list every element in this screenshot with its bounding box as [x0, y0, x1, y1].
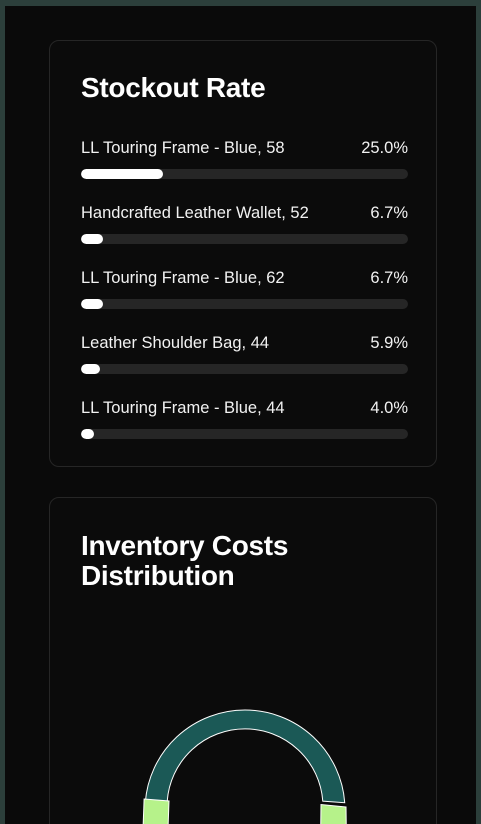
inventory-costs-donut-chart [142, 709, 347, 824]
stockout-item-label: LL Touring Frame - Blue, 62 [81, 269, 285, 287]
stockout-item-value: 6.7% [370, 269, 408, 287]
stockout-progress-track [81, 299, 408, 309]
stockout-item-value: 25.0% [361, 139, 408, 157]
stockout-item-label: Handcrafted Leather Wallet, 52 [81, 204, 309, 222]
stockout-item: Leather Shoulder Bag, 44 5.9% [81, 333, 408, 374]
stockout-item-value: 5.9% [370, 334, 408, 352]
stockout-rate-card: Stockout Rate LL Touring Frame - Blue, 5… [49, 40, 437, 467]
donut-segment-tertiary[interactable] [320, 803, 347, 824]
stockout-item-label: LL Touring Frame - Blue, 44 [81, 399, 285, 417]
stockout-item-value: 6.7% [370, 204, 408, 222]
stockout-progress-track [81, 169, 408, 179]
stockout-item-label: LL Touring Frame - Blue, 58 [81, 139, 285, 157]
stockout-progress-fill [81, 364, 101, 374]
stockout-rate-title: Stockout Rate [81, 72, 266, 103]
stockout-item: LL Touring Frame - Blue, 58 25.0% [81, 138, 408, 179]
stockout-item-label: Leather Shoulder Bag, 44 [81, 334, 270, 352]
stockout-progress-fill [81, 299, 103, 309]
dashboard-panel: Stockout Rate LL Touring Frame - Blue, 5… [5, 6, 476, 824]
inventory-costs-card: Inventory Costs Distribution [49, 497, 437, 824]
donut-segment-secondary[interactable] [142, 798, 170, 824]
stockout-progress-fill [81, 429, 95, 439]
donut-segment-primary[interactable] [144, 709, 346, 804]
stockout-item-value: 4.0% [370, 399, 408, 417]
stockout-progress-fill [81, 169, 163, 179]
stockout-progress-track [81, 234, 408, 244]
stockout-progress-track [81, 364, 408, 374]
stockout-progress-track [81, 429, 408, 439]
stockout-progress-fill [81, 234, 103, 244]
stockout-item: LL Touring Frame - Blue, 62 6.7% [81, 268, 408, 309]
stockout-item: LL Touring Frame - Blue, 44 4.0% [81, 398, 408, 439]
stockout-item: Handcrafted Leather Wallet, 52 6.7% [81, 203, 408, 244]
